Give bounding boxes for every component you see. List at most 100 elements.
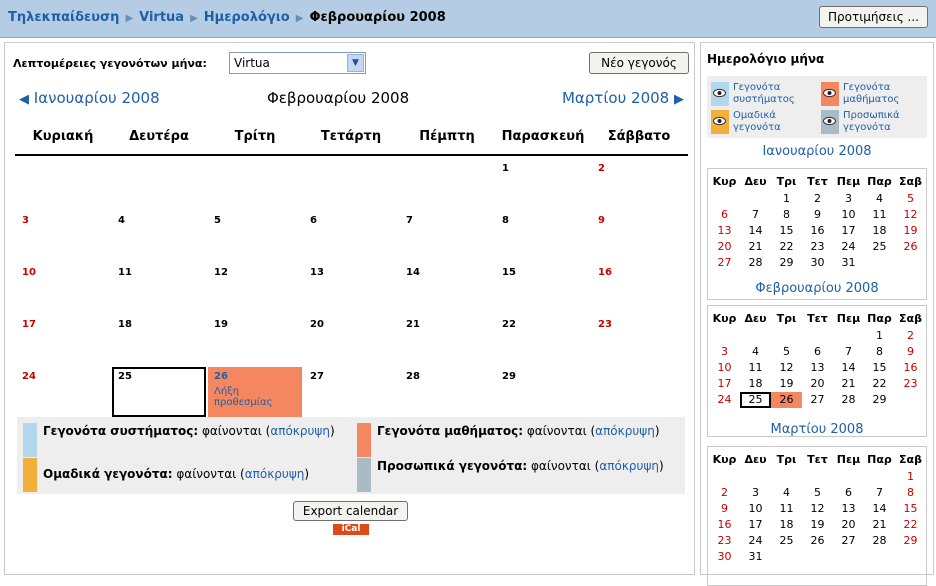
- mini-day[interactable]: 7: [740, 207, 771, 223]
- mini-day[interactable]: 10: [740, 501, 771, 517]
- day-cell[interactable]: 7: [400, 211, 494, 261]
- day-cell[interactable]: 17: [16, 315, 110, 365]
- mini-day[interactable]: 11: [740, 360, 771, 376]
- mini-day[interactable]: 20: [802, 376, 833, 392]
- mini-day[interactable]: 31: [833, 255, 864, 271]
- mini-day[interactable]: 27: [802, 392, 833, 408]
- mini-day[interactable]: 13: [709, 223, 740, 239]
- day-cell[interactable]: 11: [112, 263, 206, 313]
- mini-day[interactable]: 22: [864, 376, 895, 392]
- day-cell[interactable]: 25: [112, 367, 206, 417]
- mini-day[interactable]: 26: [802, 533, 833, 549]
- mini-calendar-title[interactable]: Μαρτίου 2008: [707, 422, 927, 437]
- mini-day[interactable]: 20: [709, 239, 740, 255]
- mini-day[interactable]: 21: [740, 239, 771, 255]
- mini-day[interactable]: 21: [833, 376, 864, 392]
- mini-day[interactable]: 21: [864, 517, 895, 533]
- day-cell[interactable]: 6: [304, 211, 398, 261]
- hide-user-link[interactable]: απόκρυψη: [599, 459, 659, 473]
- mini-calendar-title[interactable]: Φεβρουαρίου 2008: [707, 281, 927, 296]
- next-month-link[interactable]: Μαρτίου 2008 ▶: [562, 89, 684, 107]
- mini-day[interactable]: 5: [895, 191, 926, 207]
- mini-day[interactable]: 17: [709, 376, 740, 392]
- mini-day[interactable]: 20: [833, 517, 864, 533]
- mini-day[interactable]: 8: [895, 485, 926, 501]
- breadcrumb-home[interactable]: Τηλεκπαίδευση: [8, 10, 119, 25]
- mini-day[interactable]: 30: [709, 549, 740, 565]
- day-cell[interactable]: 26 Λήξη προθεσμίας: [208, 367, 302, 417]
- day-cell[interactable]: 12: [208, 263, 302, 313]
- mini-day[interactable]: 24: [709, 392, 740, 408]
- mini-day[interactable]: 22: [771, 239, 802, 255]
- mini-day[interactable]: 5: [802, 485, 833, 501]
- day-cell[interactable]: 27: [304, 367, 398, 417]
- event-link[interactable]: Λήξη προθεσμίας: [214, 386, 296, 408]
- mini-day[interactable]: 24: [833, 239, 864, 255]
- mini-day[interactable]: 12: [802, 501, 833, 517]
- preferences-button[interactable]: Προτιμήσεις ...: [819, 6, 928, 28]
- mini-day[interactable]: 1: [895, 469, 926, 485]
- mini-day[interactable]: 6: [709, 207, 740, 223]
- mini-day[interactable]: 14: [740, 223, 771, 239]
- mini-day[interactable]: 31: [740, 549, 771, 565]
- mini-day[interactable]: 11: [864, 207, 895, 223]
- hide-global-link[interactable]: απόκρυψη: [270, 424, 330, 438]
- day-cell[interactable]: 29: [496, 367, 590, 417]
- mini-day[interactable]: 16: [709, 517, 740, 533]
- mini-day[interactable]: 5: [771, 344, 802, 360]
- eye-icon[interactable]: [821, 82, 839, 106]
- mini-day[interactable]: 27: [833, 533, 864, 549]
- day-cell[interactable]: 1: [496, 159, 590, 209]
- day-cell[interactable]: 3: [16, 211, 110, 261]
- mini-day[interactable]: 19: [771, 376, 802, 392]
- mini-day[interactable]: 10: [833, 207, 864, 223]
- day-cell[interactable]: 22: [496, 315, 590, 365]
- day-cell[interactable]: 4: [112, 211, 206, 261]
- mini-day[interactable]: 3: [833, 191, 864, 207]
- mini-day[interactable]: 2: [709, 485, 740, 501]
- ical-link[interactable]: iCal: [333, 524, 369, 535]
- course-select[interactable]: Virtua ▼: [229, 52, 366, 74]
- mini-day[interactable]: 29: [864, 392, 895, 408]
- day-cell[interactable]: 10: [16, 263, 110, 313]
- mini-day[interactable]: 15: [771, 223, 802, 239]
- mini-day[interactable]: 13: [802, 360, 833, 376]
- mini-day[interactable]: 4: [740, 344, 771, 360]
- chevron-down-icon[interactable]: ▼: [347, 54, 364, 72]
- previous-month-link[interactable]: ◀ Ιανουαρίου 2008: [19, 89, 160, 107]
- mini-day[interactable]: 22: [895, 517, 926, 533]
- mini-day[interactable]: 9: [895, 344, 926, 360]
- day-cell[interactable]: 24: [16, 367, 110, 417]
- day-cell[interactable]: 23: [592, 315, 686, 365]
- mini-day[interactable]: 23: [895, 376, 926, 392]
- day-cell[interactable]: 8: [496, 211, 590, 261]
- new-event-button[interactable]: Νέο γεγονός: [589, 52, 689, 74]
- day-cell[interactable]: 16: [592, 263, 686, 313]
- mini-day[interactable]: 26: [771, 392, 802, 408]
- day-cell[interactable]: 9: [592, 211, 686, 261]
- day-cell[interactable]: 21: [400, 315, 494, 365]
- mini-day[interactable]: 18: [864, 223, 895, 239]
- day-cell[interactable]: 28: [400, 367, 494, 417]
- mini-day[interactable]: 8: [771, 207, 802, 223]
- mini-day[interactable]: 29: [895, 533, 926, 549]
- mini-day[interactable]: 14: [833, 360, 864, 376]
- mini-day[interactable]: 18: [740, 376, 771, 392]
- hide-course-link[interactable]: απόκρυψη: [595, 424, 655, 438]
- mini-day[interactable]: 30: [802, 255, 833, 271]
- mini-day[interactable]: 12: [771, 360, 802, 376]
- breadcrumb-calendar[interactable]: Ημερολόγιο: [204, 10, 290, 25]
- day-cell[interactable]: 13: [304, 263, 398, 313]
- day-cell[interactable]: 15: [496, 263, 590, 313]
- mini-day[interactable]: 28: [740, 255, 771, 271]
- day-cell[interactable]: 5: [208, 211, 302, 261]
- mini-calendar-title[interactable]: Ιανουαρίου 2008: [707, 144, 927, 159]
- mini-day[interactable]: 28: [864, 533, 895, 549]
- mini-day[interactable]: 17: [740, 517, 771, 533]
- eye-icon[interactable]: [711, 82, 729, 106]
- day-cell[interactable]: 2: [592, 159, 686, 209]
- day-cell[interactable]: 19: [208, 315, 302, 365]
- mini-day[interactable]: 26: [895, 239, 926, 255]
- mini-day[interactable]: 19: [895, 223, 926, 239]
- mini-day[interactable]: 24: [740, 533, 771, 549]
